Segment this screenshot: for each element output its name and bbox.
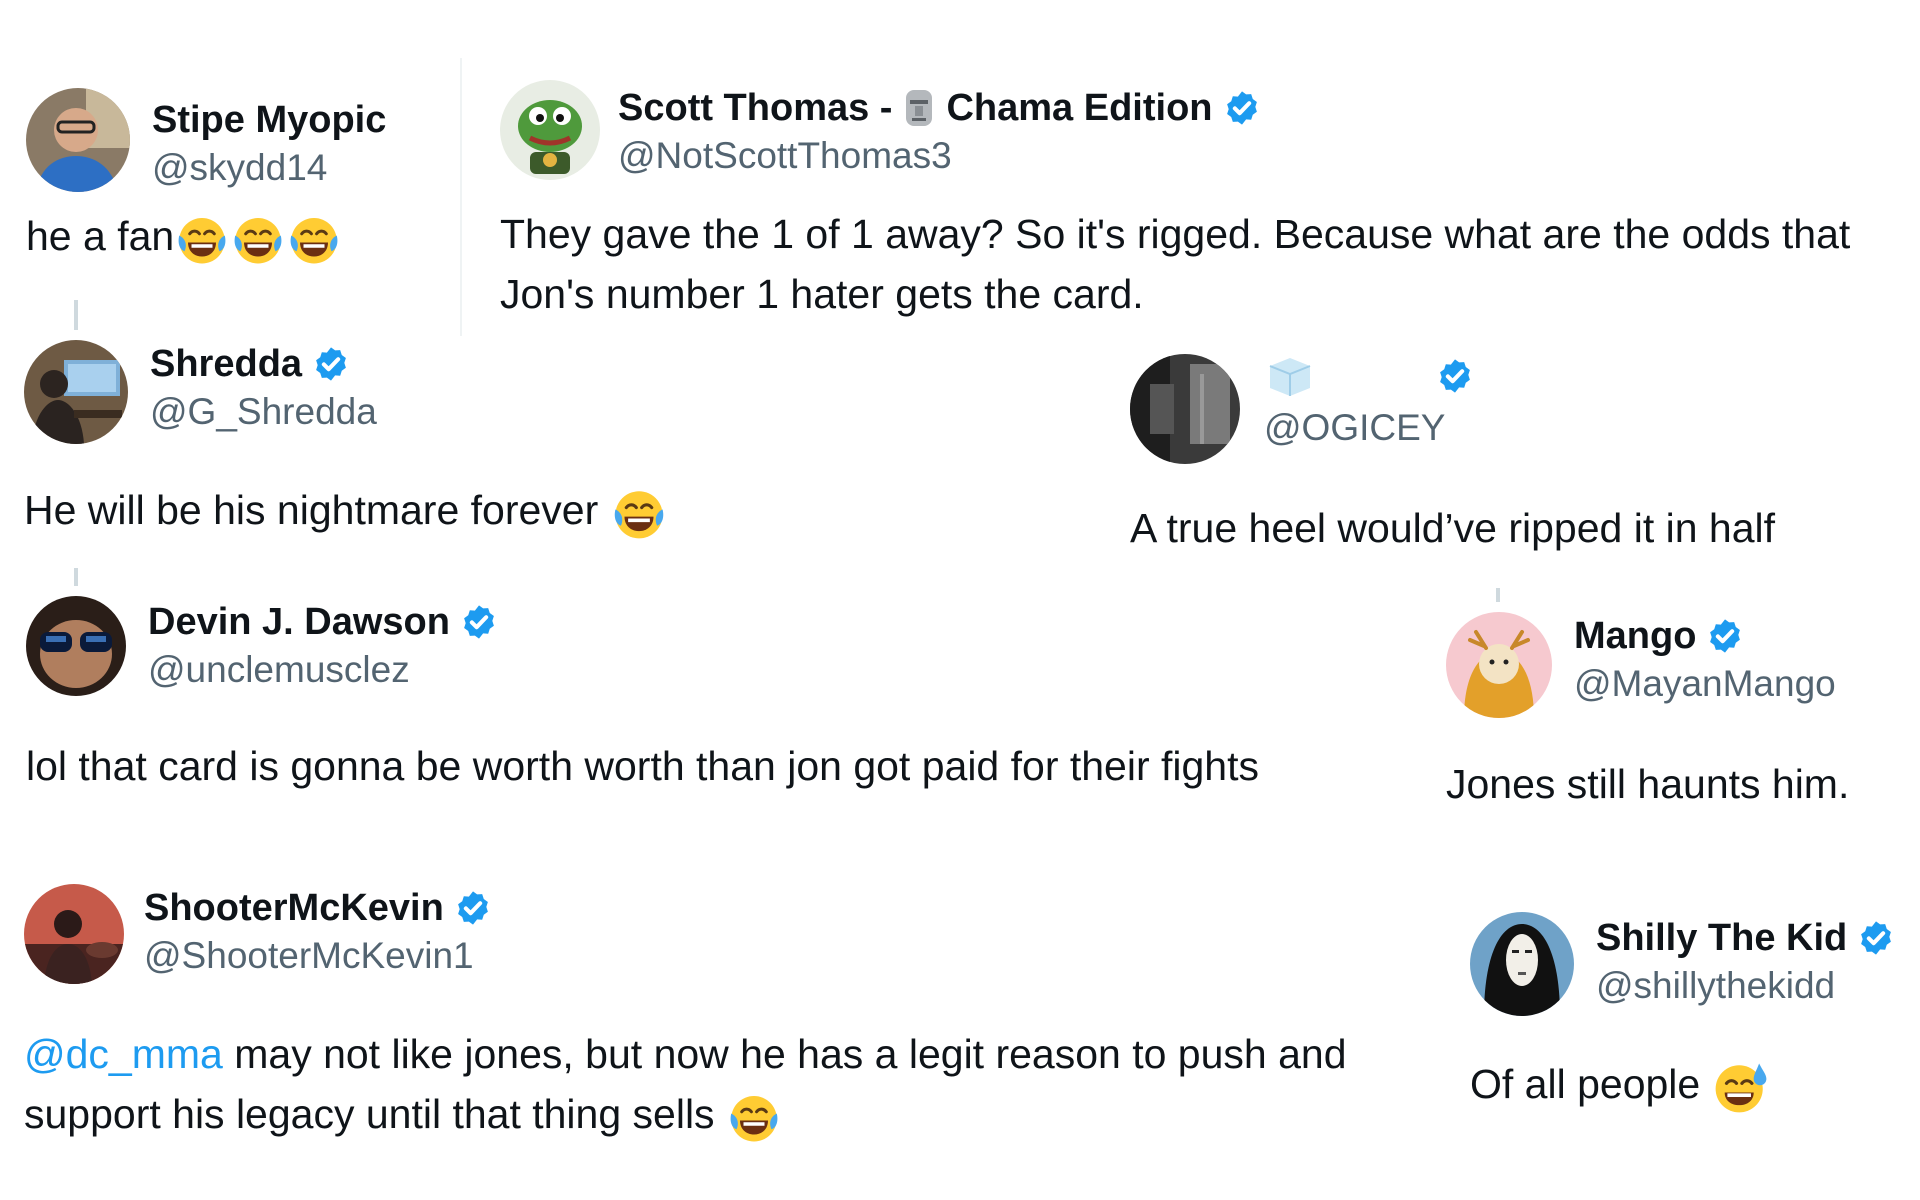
tweet-card[interactable]: Stipe Myopic @skydd14 he a fan	[26, 88, 446, 267]
handle[interactable]: @ShooterMcKevin1	[144, 932, 492, 980]
column-divider	[460, 58, 462, 336]
avatar[interactable]	[500, 80, 600, 180]
tweet-text: They gave the 1 of 1 away? So it's rigge…	[500, 211, 1851, 317]
verified-badge-icon	[1857, 919, 1895, 957]
face-with-tears-of-joy-icon	[174, 211, 230, 267]
tweet-text: Jones still haunts him.	[1446, 761, 1850, 807]
mention-link[interactable]: @dc_mma	[24, 1031, 223, 1077]
handle[interactable]: @skydd14	[152, 144, 386, 192]
face-with-tears-of-joy-icon	[286, 211, 342, 267]
handle[interactable]: @G_Shredda	[150, 388, 377, 436]
display-name[interactable]: Shredda	[150, 340, 302, 388]
verified-badge-icon	[1223, 89, 1261, 127]
tweet-text: A true heel would’ve ripped it in half	[1130, 505, 1776, 551]
avatar[interactable]	[24, 884, 124, 984]
avatar[interactable]	[1130, 354, 1240, 464]
moai-icon	[906, 90, 933, 126]
display-name[interactable]: Stipe Myopic	[152, 96, 386, 144]
thread-connector	[74, 568, 78, 586]
verified-badge-icon	[1706, 617, 1744, 655]
handle[interactable]: @MayanMango	[1574, 660, 1836, 708]
display-name-suffix[interactable]: Chama Edition	[946, 84, 1212, 132]
avatar[interactable]	[26, 596, 126, 696]
tweet-card[interactable]: @OGICEY A true heel would’ve ripped it i…	[1130, 354, 1910, 558]
face-with-tears-of-joy-icon	[230, 211, 286, 267]
tweet-text: He will be his nightmare forever	[24, 487, 599, 533]
thread-connector	[1496, 588, 1500, 602]
grinning-face-with-sweat-icon	[1712, 1058, 1770, 1116]
avatar[interactable]	[26, 88, 130, 192]
display-name[interactable]: Scott Thomas -	[618, 84, 892, 132]
tweet-text: lol that card is gonna be worth worth th…	[26, 743, 1260, 789]
display-name[interactable]: Shilly The Kid	[1596, 914, 1847, 962]
verified-badge-icon	[460, 603, 498, 641]
face-with-tears-of-joy-icon	[610, 484, 668, 542]
display-name[interactable]: Mango	[1574, 612, 1696, 660]
tweet-text: he a fan	[26, 213, 175, 259]
handle[interactable]: @shillythekidd	[1596, 962, 1895, 1010]
verified-badge-icon	[454, 889, 492, 927]
tweet-card[interactable]: Shredda @G_Shredda He will be his nightm…	[24, 340, 884, 542]
handle[interactable]: @OGICEY	[1264, 404, 1474, 452]
handle[interactable]: @NotScottThomas3	[618, 132, 1261, 180]
tweet-text: Of all people	[1470, 1061, 1701, 1107]
handle[interactable]: @unclemusclez	[148, 646, 498, 694]
verified-badge-icon	[312, 345, 350, 383]
avatar[interactable]	[1470, 912, 1574, 1016]
display-name[interactable]: Devin J. Dawson	[148, 598, 450, 646]
tweet-card[interactable]: Devin J. Dawson @unclemusclez lol that c…	[26, 596, 1426, 796]
display-name[interactable]: ShooterMcKevin	[144, 884, 444, 932]
avatar[interactable]	[1446, 612, 1552, 718]
verified-badge-icon	[1436, 357, 1474, 395]
tweet-card[interactable]: Scott Thomas - Chama Edition @NotScottTh…	[500, 80, 1900, 324]
tweet-text: may not like jones, but now he has a leg…	[24, 1031, 1347, 1137]
thread-connector	[74, 300, 78, 330]
ice-cube-icon	[1269, 358, 1311, 396]
face-with-tears-of-joy-icon	[726, 1089, 782, 1145]
tweet-card[interactable]: Mango @MayanMango Jones still haunts him…	[1446, 612, 1916, 814]
tweet-card[interactable]: ShooterMcKevin @ShooterMcKevin1 @dc_mma …	[24, 884, 1424, 1145]
tweet-card[interactable]: Shilly The Kid @shillythekidd Of all peo…	[1470, 912, 1916, 1116]
avatar[interactable]	[24, 340, 128, 444]
